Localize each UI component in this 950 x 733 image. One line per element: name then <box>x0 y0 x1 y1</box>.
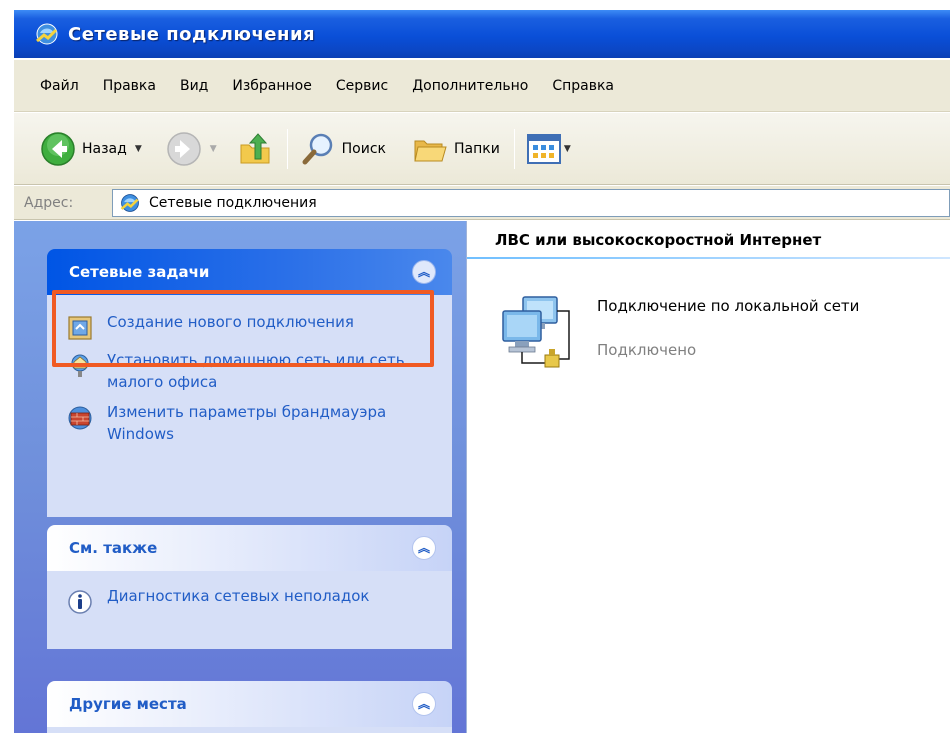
menu-help[interactable]: Справка <box>552 78 614 94</box>
network-tasks-group: Сетевые задачи ︽ Создание нового подключ… <box>47 249 452 517</box>
see-also-header[interactable]: См. также ︽ <box>47 525 452 571</box>
menu-view[interactable]: Вид <box>180 78 208 94</box>
task-diagnose-network[interactable]: Диагностика сетевых неполадок <box>67 585 436 615</box>
task-firewall[interactable]: Изменить параметры брандмауэра Windows <box>67 401 436 445</box>
task-create-connection[interactable]: Создание нового подключения <box>67 311 436 341</box>
up-folder-button[interactable] <box>237 127 273 171</box>
lan-connection-icon[interactable] <box>497 291 581 375</box>
menu-edit[interactable]: Правка <box>103 78 156 94</box>
menu-advanced[interactable]: Дополнительно <box>412 78 528 94</box>
menu-favorites[interactable]: Избранное <box>232 78 312 94</box>
connection-name[interactable]: Подключение по локальной сети <box>597 295 887 317</box>
network-tasks-title: Сетевые задачи <box>69 263 210 281</box>
toolbar-separator <box>513 128 515 169</box>
other-places-body <box>47 727 452 733</box>
window-title: Сетевые подключения <box>68 23 316 45</box>
see-also-title: См. также <box>69 539 158 557</box>
back-dropdown-icon[interactable]: ▼ <box>135 144 142 154</box>
search-label: Поиск <box>341 140 387 157</box>
collapse-chevron-icon[interactable]: ︽ <box>412 692 436 716</box>
see-also-body: Диагностика сетевых неполадок <box>47 571 452 649</box>
new-connection-wizard-icon <box>68 316 92 340</box>
search-button[interactable]: Поиск <box>300 127 386 171</box>
views-dropdown-icon[interactable]: ▼ <box>564 144 571 154</box>
collapse-chevron-icon[interactable]: ︽ <box>412 536 436 560</box>
network-connections-icon <box>120 193 139 212</box>
other-places-group: Другие места ︽ <box>47 681 452 733</box>
network-tasks-body: Создание нового подключения Установить д… <box>47 295 452 517</box>
menu-tools[interactable]: Сервис <box>336 78 388 94</box>
task-label: Создание нового подключения <box>107 313 354 331</box>
forward-dropdown-icon[interactable]: ▼ <box>210 144 217 154</box>
toolbar-separator <box>286 128 288 169</box>
task-label: Установить домашнюю сеть или сеть малого… <box>107 351 405 391</box>
address-label: Адрес: <box>24 194 74 211</box>
toolbar: Назад ▼ ▼ Поиск Папки ▼ <box>14 113 950 185</box>
connection-status: Подключено <box>597 341 697 359</box>
section-title: ЛВС или высокоскоростной Интернет <box>495 231 822 249</box>
forward-arrow-icon <box>166 131 201 166</box>
see-also-group: См. также ︽ Диагностика сетевых неполадо… <box>47 525 452 649</box>
info-icon <box>68 590 92 614</box>
task-home-network[interactable]: Установить домашнюю сеть или сеть малого… <box>67 349 436 393</box>
address-bar: Адрес: Сетевые подключения <box>14 186 950 220</box>
up-folder-icon <box>240 132 270 163</box>
menu-bar: Файл Правка Вид Избранное Сервис Дополни… <box>14 60 950 112</box>
task-pane: Сетевые задачи ︽ Создание нового подключ… <box>14 221 466 733</box>
task-label: Диагностика сетевых неполадок <box>107 587 370 605</box>
content-pane: ЛВС или высокоскоростной Интернет Подклю… <box>466 221 950 733</box>
firewall-icon <box>68 406 92 430</box>
address-value: Сетевые подключения <box>149 194 317 211</box>
back-arrow-icon <box>41 131 75 166</box>
task-label: Изменить параметры брандмауэра Windows <box>107 403 387 443</box>
views-button[interactable]: ▼ <box>526 127 571 171</box>
other-places-header[interactable]: Другие места ︽ <box>47 681 452 727</box>
folders-button[interactable]: Папки <box>412 127 500 171</box>
folders-icon <box>414 140 447 161</box>
views-icon <box>526 133 561 164</box>
back-button[interactable]: Назад ▼ <box>40 127 142 171</box>
network-connections-icon <box>36 23 58 45</box>
folders-label: Папки <box>454 140 500 157</box>
title-bar[interactable]: Сетевые подключения <box>14 10 950 58</box>
search-icon <box>302 133 332 164</box>
home-network-icon <box>71 354 89 377</box>
back-label: Назад <box>82 140 127 157</box>
section-divider <box>467 257 950 259</box>
address-input[interactable]: Сетевые подключения <box>112 188 950 217</box>
collapse-chevron-icon[interactable]: ︽ <box>412 260 436 284</box>
forward-button[interactable]: ▼ <box>166 127 217 171</box>
menu-file[interactable]: Файл <box>40 78 79 94</box>
other-places-title: Другие места <box>69 695 187 713</box>
network-tasks-header[interactable]: Сетевые задачи ︽ <box>47 249 452 295</box>
